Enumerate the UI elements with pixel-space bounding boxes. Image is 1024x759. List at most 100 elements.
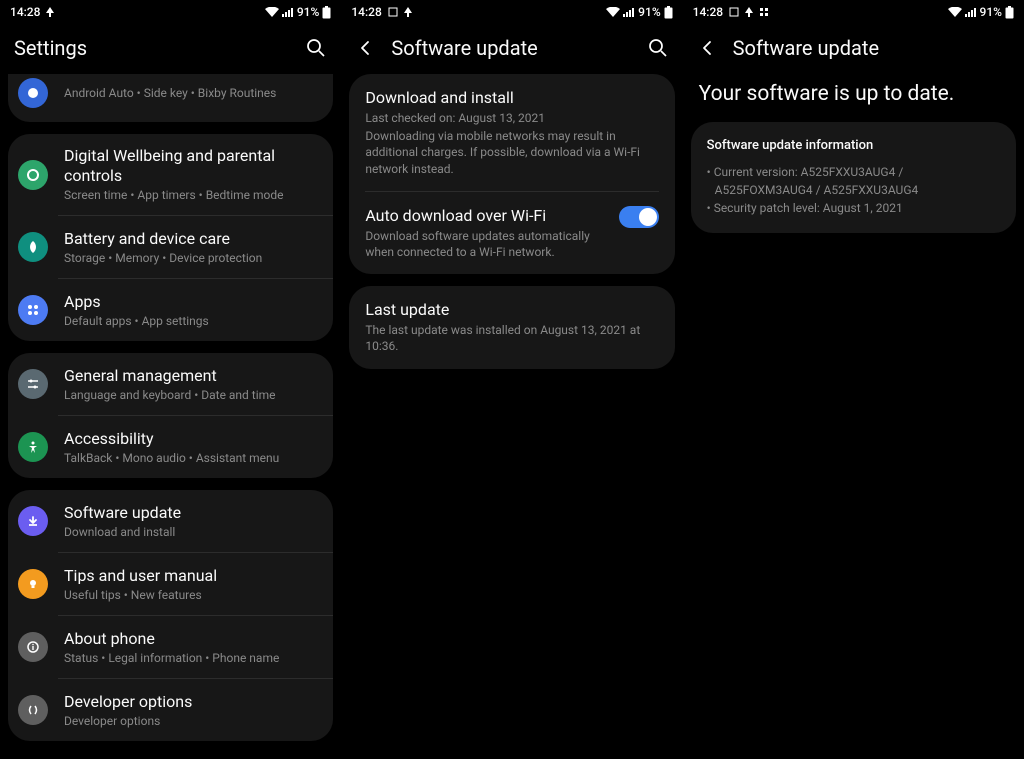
- settings-item-developer-options[interactable]: Developer options Developer options: [8, 679, 333, 741]
- item-title: Tips and user manual: [64, 566, 323, 586]
- notification-icon: [759, 7, 769, 17]
- status-time: 14:28: [693, 5, 723, 19]
- item-title: Digital Wellbeing and parental controls: [64, 146, 323, 186]
- battery-icon: [1005, 6, 1014, 19]
- item-title: Auto download over Wi-Fi: [365, 206, 608, 226]
- item-subtitle: Screen time • App timers • Bedtime mode: [64, 187, 323, 203]
- item-description: Download software updates automatically …: [365, 228, 608, 260]
- item-description: The last update was installed on August …: [365, 322, 658, 354]
- signal-icon: [965, 7, 977, 17]
- update-info-card: Software update information Current vers…: [691, 122, 1016, 233]
- battery-percent: 91%: [297, 5, 319, 19]
- back-icon[interactable]: [697, 37, 719, 59]
- item-title: General management: [64, 366, 323, 386]
- item-subtitle: Default apps • App settings: [64, 313, 323, 329]
- wifi-icon: [265, 7, 279, 17]
- up-to-date-heading: Your software is up to date.: [683, 74, 1024, 122]
- auto-download-wifi[interactable]: Auto download over Wi-Fi Download softwa…: [349, 192, 674, 274]
- item-title: Last update: [365, 300, 658, 320]
- settings-group: Android Auto • Side key • Bixby Routines: [8, 74, 333, 122]
- item-title: About phone: [64, 629, 323, 649]
- software-update-icon: [14, 502, 52, 540]
- download-and-install[interactable]: Download and install Last checked on: Au…: [349, 74, 674, 191]
- page-title: Software update: [733, 36, 1010, 60]
- update-options-card: Download and install Last checked on: Au…: [349, 74, 674, 274]
- software-update-content: Download and install Last checked on: Au…: [341, 74, 682, 369]
- header: Software update: [683, 24, 1024, 74]
- last-update-card: Last update The last update was installe…: [349, 286, 674, 368]
- wifi-icon: [948, 7, 962, 17]
- settings-item-about-phone[interactable]: About phone Status • Legal information •…: [8, 616, 333, 678]
- status-time: 14:28: [351, 5, 381, 19]
- item-subtitle: Developer options: [64, 713, 323, 729]
- apps-icon: [14, 291, 52, 329]
- screen-settings: 14:28 91% Settings: [0, 0, 341, 759]
- battery-icon: [322, 6, 331, 19]
- battery-care-icon: [14, 228, 52, 266]
- last-checked-text: Last checked on: August 13, 2021: [365, 110, 658, 126]
- settings-item-general-management[interactable]: General management Language and keyboard…: [8, 353, 333, 415]
- settings-item-software-update[interactable]: Software update Download and install: [8, 490, 333, 552]
- header: Settings: [0, 24, 341, 74]
- item-subtitle: Useful tips • New features: [64, 587, 323, 603]
- settings-group: Software update Download and install Tip…: [8, 490, 333, 741]
- auto-download-toggle[interactable]: [619, 206, 659, 228]
- wellbeing-icon: [14, 156, 52, 194]
- settings-group: General management Language and keyboard…: [8, 353, 333, 478]
- item-title: Software update: [64, 503, 323, 523]
- advanced-features-icon: [14, 74, 52, 112]
- page-title: Software update: [391, 36, 632, 60]
- back-icon[interactable]: [355, 37, 377, 59]
- item-subtitle: Language and keyboard • Date and time: [64, 387, 323, 403]
- notification-icon: [729, 7, 739, 17]
- status-bar: 14:28 91%: [341, 0, 682, 24]
- item-title: Download and install: [365, 88, 658, 108]
- status-time: 14:28: [10, 5, 40, 19]
- item-subtitle: Storage • Memory • Device protection: [64, 250, 323, 266]
- info-line: Security patch level: August 1, 2021: [707, 199, 1000, 217]
- notification-icon: [745, 7, 753, 17]
- item-subtitle: Status • Legal information • Phone name: [64, 650, 323, 666]
- screen-software-update-list: 14:28 91% Software update: [341, 0, 682, 759]
- download-note-text: Downloading via mobile networks may resu…: [365, 128, 658, 177]
- page-title: Settings: [14, 36, 291, 60]
- notification-icon: [388, 7, 398, 17]
- settings-item-battery-care[interactable]: Battery and device care Storage • Memory…: [8, 216, 333, 278]
- notification-icon: [46, 7, 54, 17]
- accessibility-icon: [14, 428, 52, 466]
- screen-software-update-status: 14:28 91% Sof: [683, 0, 1024, 759]
- settings-group: Digital Wellbeing and parental controls …: [8, 134, 333, 341]
- settings-item-tips[interactable]: Tips and user manual Useful tips • New f…: [8, 553, 333, 615]
- battery-percent: 91%: [638, 5, 660, 19]
- about-phone-icon: [14, 628, 52, 666]
- status-bar: 14:28 91%: [683, 0, 1024, 24]
- item-subtitle: Download and install: [64, 524, 323, 540]
- item-subtitle: TalkBack • Mono audio • Assistant menu: [64, 450, 323, 466]
- wifi-icon: [606, 7, 620, 17]
- settings-item-accessibility[interactable]: Accessibility TalkBack • Mono audio • As…: [8, 416, 333, 478]
- signal-icon: [623, 7, 635, 17]
- settings-item-digital-wellbeing[interactable]: Digital Wellbeing and parental controls …: [8, 134, 333, 215]
- item-title: Apps: [64, 292, 323, 312]
- info-card-title: Software update information: [707, 138, 1000, 153]
- settings-list: Android Auto • Side key • Bixby Routines…: [0, 74, 341, 741]
- general-management-icon: [14, 365, 52, 403]
- signal-icon: [282, 7, 294, 17]
- update-info-content: Software update information Current vers…: [683, 122, 1024, 233]
- item-title: Developer options: [64, 692, 323, 712]
- battery-percent: 91%: [980, 5, 1002, 19]
- search-icon[interactable]: [647, 37, 669, 59]
- item-subtitle: Android Auto • Side key • Bixby Routines: [64, 85, 323, 101]
- notification-icon: [404, 7, 412, 17]
- info-line: Current version: A525FXXU3AUG4 / A525FOX…: [707, 163, 1000, 199]
- item-title: Accessibility: [64, 429, 323, 449]
- settings-item-advanced-features[interactable]: Android Auto • Side key • Bixby Routines: [8, 74, 333, 122]
- last-update[interactable]: Last update The last update was installe…: [349, 286, 674, 368]
- search-icon[interactable]: [305, 37, 327, 59]
- battery-icon: [664, 6, 673, 19]
- status-bar: 14:28 91%: [0, 0, 341, 24]
- settings-item-apps[interactable]: Apps Default apps • App settings: [8, 279, 333, 341]
- header: Software update: [341, 24, 682, 74]
- tips-icon: [14, 565, 52, 603]
- developer-options-icon: [14, 691, 52, 729]
